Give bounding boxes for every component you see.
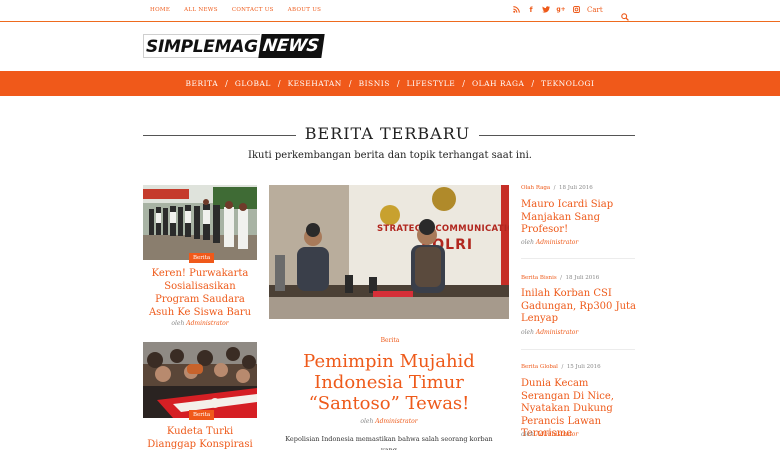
featured-title-santoso[interactable]: Pemimpin Mujahid Indonesia Timur “Santos…	[269, 351, 509, 414]
nav-berita[interactable]: BERITA	[186, 79, 219, 88]
nav-separator: /	[396, 79, 400, 88]
search-icon[interactable]	[621, 6, 629, 25]
meta-separator: /	[559, 364, 566, 370]
article-category[interactable]: Berita Global	[521, 364, 558, 370]
article-byline: oleh Administrator	[521, 329, 578, 336]
facebook-icon[interactable]: f	[527, 5, 535, 14]
logo-text-news: NEWS	[258, 34, 325, 58]
list-divider	[521, 349, 635, 350]
byline-prefix: oleh	[360, 418, 374, 425]
rss-icon[interactable]	[512, 5, 520, 14]
nav-separator: /	[531, 79, 535, 88]
byline-prefix: oleh	[521, 239, 534, 246]
article-date: 18 Juli 2016	[559, 185, 593, 191]
section-title: BERITA TERBARU	[304, 124, 471, 143]
google-plus-icon[interactable]: g+	[556, 5, 565, 14]
article-byline: oleh Administrator	[143, 320, 257, 327]
logo-text-simplemag: SIMPLEMAG	[143, 34, 260, 58]
list-divider	[521, 258, 635, 259]
top-nav-home[interactable]: HOME	[150, 7, 170, 13]
section-divider-right	[479, 135, 635, 136]
twitter-icon[interactable]	[542, 5, 550, 14]
nav-separator: /	[348, 79, 352, 88]
byline-prefix: oleh	[171, 320, 185, 327]
byline-author[interactable]: Administrator	[375, 418, 417, 425]
article-title-purwakarta[interactable]: Keren! Purwakarta Sosialisasikan Program…	[143, 267, 257, 319]
nav-bisnis[interactable]: BISNIS	[359, 79, 390, 88]
article-title-mauro-icardi[interactable]: Mauro Icardi Siap Manjakan Sang Profesor…	[521, 199, 637, 237]
featured-image-polri[interactable]: STRATEGIC COMMUNICATIONS OF POLRI	[269, 185, 509, 319]
top-bar: HOME ALL NEWS CONTACT US ABOUT US f g+ C…	[0, 0, 780, 22]
instagram-icon[interactable]	[572, 5, 580, 14]
article-category[interactable]: Berita Bisnis	[521, 275, 557, 281]
nav-separator: /	[277, 79, 281, 88]
card-image-turki[interactable]	[143, 342, 257, 418]
top-nav: HOME ALL NEWS CONTACT US ABOUT US	[150, 7, 321, 13]
category-badge[interactable]: Berita	[189, 410, 215, 420]
nav-lifestyle[interactable]: LIFESTYLE	[407, 79, 456, 88]
nav-olah-raga[interactable]: OLAH RAGA	[472, 79, 524, 88]
nav-global[interactable]: GLOBAL	[235, 79, 271, 88]
nav-kesehatan[interactable]: KESEHATAN	[288, 79, 342, 88]
byline-author[interactable]: Administrator	[536, 431, 578, 438]
article-title-kudeta-turki[interactable]: Kudeta Turki Dianggap Konspirasi	[143, 425, 257, 450]
top-nav-all-news[interactable]: ALL NEWS	[184, 7, 218, 13]
card-image-purwakarta[interactable]	[143, 185, 257, 260]
byline-prefix: oleh	[521, 431, 534, 438]
article-byline: oleh Administrator	[521, 431, 578, 438]
article-meta: Berita Global / 15 Juli 2016	[521, 364, 601, 370]
featured-category[interactable]: Berita	[377, 337, 403, 344]
social-links: f g+	[512, 5, 580, 14]
article-meta: Berita Bisnis / 18 Juli 2016	[521, 275, 599, 281]
meta-separator: /	[551, 185, 558, 191]
article-title-csi-gadungan[interactable]: Inilah Korban CSI Gadungan, Rp300 Juta L…	[521, 288, 637, 326]
byline-author[interactable]: Administrator	[536, 329, 578, 336]
nav-separator: /	[462, 79, 465, 88]
top-nav-contact-us[interactable]: CONTACT US	[232, 7, 274, 13]
article-category[interactable]: Olah Raga	[521, 185, 550, 191]
featured-excerpt: Kepolisian Indonesia memastikan bahwa sa…	[285, 435, 493, 450]
nav-teknologi[interactable]: TEKNOLOGI	[541, 79, 594, 88]
byline-author[interactable]: Administrator	[536, 239, 578, 246]
byline-prefix: oleh	[521, 329, 534, 336]
cart-link[interactable]: Cart	[587, 6, 603, 14]
main-nav: BERITA / GLOBAL / KESEHATAN / BISNIS / L…	[0, 71, 780, 96]
site-logo[interactable]: SIMPLEMAG NEWS	[143, 34, 325, 58]
section-divider-left	[143, 135, 296, 136]
category-badge[interactable]: Berita	[189, 253, 215, 263]
article-date: 15 Juli 2016	[566, 364, 601, 370]
byline-author[interactable]: Administrator	[186, 320, 228, 327]
section-subtitle: Ikuti perkembangan berita dan topik terh…	[248, 150, 532, 161]
meta-separator: /	[558, 275, 564, 281]
top-nav-about-us[interactable]: ABOUT US	[288, 7, 321, 13]
featured-banner-text: STRATEGIC COMMUNICATIONS OF	[377, 224, 509, 234]
article-meta: Olah Raga / 18 Juli 2016	[521, 185, 593, 191]
featured-byline: oleh Administrator	[269, 418, 509, 425]
article-byline: oleh Administrator	[521, 239, 578, 246]
nav-separator: /	[225, 79, 228, 88]
article-date: 18 Juli 2016	[565, 275, 600, 281]
